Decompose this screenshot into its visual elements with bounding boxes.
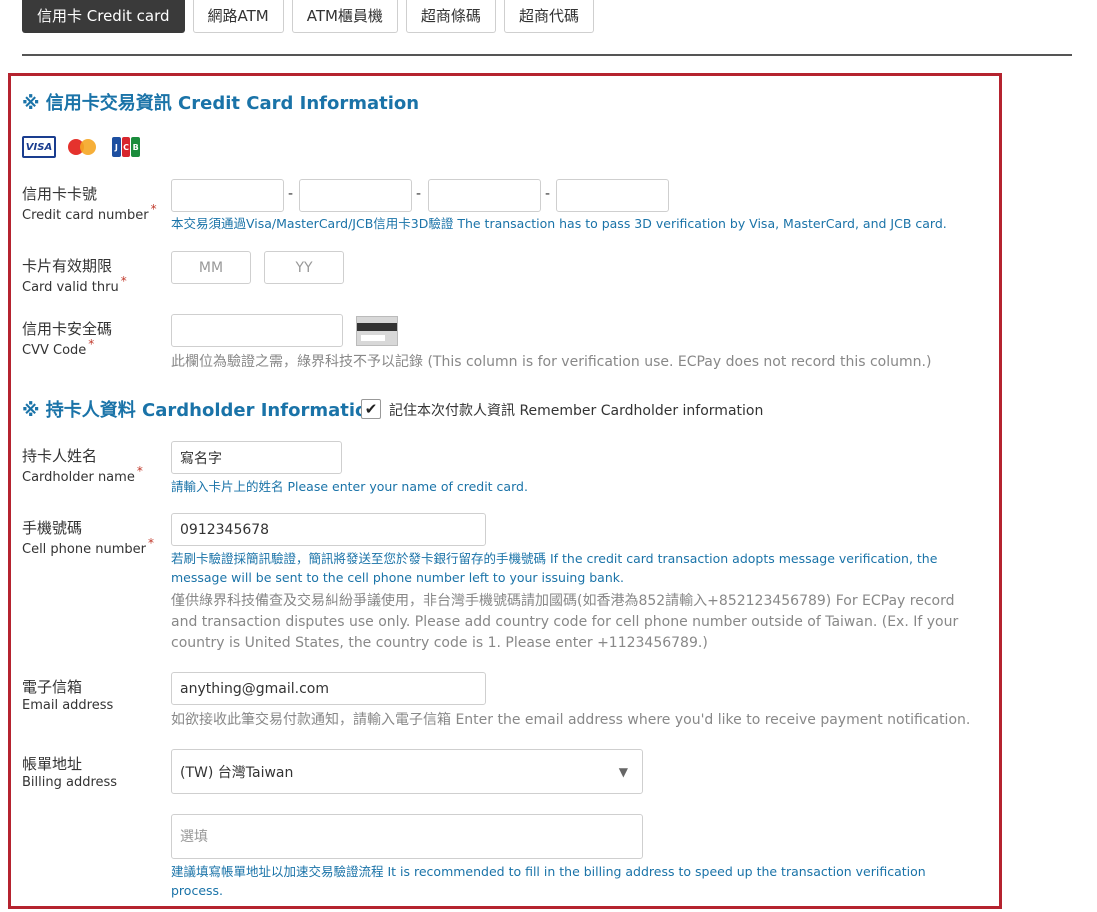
cvv-label-en: CVV Code * bbox=[22, 337, 95, 358]
required-mark: * bbox=[88, 337, 95, 351]
required-mark: * bbox=[120, 274, 127, 288]
billing-country-select[interactable]: (TW) 台灣Taiwan ▼ bbox=[171, 749, 643, 794]
payment-method-tabs: 信用卡 Credit card 網路ATM ATM櫃員機 超商條碼 超商代碼 bbox=[22, 0, 594, 33]
card-number-input-1[interactable] bbox=[171, 179, 284, 212]
billing-label-zh: 帳單地址 bbox=[22, 755, 83, 773]
phone-hint-country-code: 僅供綠界科技備查及交易糾紛爭議使用，非台灣手機號碼請加國碼(如香港為852請輸入… bbox=[171, 593, 959, 651]
tab-web-atm[interactable]: 網路ATM bbox=[192, 0, 284, 33]
cvv-label-zh: 信用卡安全碼 bbox=[22, 320, 113, 338]
billing-country-value: (TW) 台灣Taiwan bbox=[180, 764, 294, 781]
card-number-separator: - bbox=[545, 186, 551, 202]
tab-atm-teller[interactable]: ATM櫃員機 bbox=[291, 0, 398, 33]
card-number-label-en: Credit card number * bbox=[22, 202, 157, 223]
tab-cvs-barcode[interactable]: 超商條碼 bbox=[405, 0, 496, 33]
required-mark: * bbox=[150, 202, 157, 216]
valid-thru-label-en: Card valid thru * bbox=[22, 274, 127, 295]
tab-cvs-code[interactable]: 超商代碼 bbox=[503, 0, 594, 33]
required-mark: * bbox=[147, 536, 154, 550]
email-label-zh: 電子信箱 bbox=[22, 678, 83, 696]
card-number-separator: - bbox=[288, 186, 294, 202]
phone-label-zh: 手機號碼 bbox=[22, 519, 83, 537]
phone-input[interactable] bbox=[171, 513, 486, 546]
cardholder-name-input[interactable] bbox=[171, 441, 342, 474]
remember-cardholder-label: 記住本次付款人資訊 Remember Cardholder informatio… bbox=[389, 403, 764, 419]
required-mark: * bbox=[136, 464, 143, 478]
card-number-input-2[interactable] bbox=[299, 179, 412, 212]
cardholder-section-title: ※ 持卡人資料 Cardholder Information bbox=[22, 400, 381, 421]
credit-card-section-title: ※ 信用卡交易資訊 Credit Card Information bbox=[22, 93, 420, 114]
tabs-divider bbox=[22, 54, 1072, 56]
card-number-input-4[interactable] bbox=[556, 179, 669, 212]
chevron-down-icon: ▼ bbox=[618, 764, 628, 779]
valid-thru-label-zh: 卡片有效期限 bbox=[22, 257, 113, 275]
billing-hint: 建議填寫帳單地址以加速交易驗證流程 It is recommended to f… bbox=[171, 864, 926, 898]
email-hint: 如欲接收此筆交易付款通知，請輸入電子信箱 Enter the email add… bbox=[171, 712, 971, 728]
expiry-year-input[interactable] bbox=[264, 251, 344, 284]
cvv-card-back-icon bbox=[356, 316, 398, 346]
remember-cardholder-checkbox[interactable]: ✔ bbox=[361, 399, 381, 419]
card-number-hint: 本交易須通過Visa/MasterCard/JCB信用卡3D驗證 The tra… bbox=[171, 216, 947, 231]
visa-icon: VISA bbox=[22, 136, 56, 158]
jcb-icon: JCB bbox=[112, 136, 141, 158]
cardholder-name-label-zh: 持卡人姓名 bbox=[22, 447, 98, 465]
card-number-separator: - bbox=[416, 186, 422, 202]
checkmark-icon: ✔ bbox=[364, 400, 378, 418]
cvv-hint: 此欄位為驗證之需，綠界科技不予以記錄 (This column is for v… bbox=[171, 354, 932, 370]
email-label-en: Email address bbox=[22, 698, 114, 713]
email-input[interactable] bbox=[171, 672, 486, 705]
cvv-input[interactable] bbox=[171, 314, 343, 347]
billing-label-en: Billing address bbox=[22, 775, 118, 790]
card-number-input-3[interactable] bbox=[428, 179, 541, 212]
billing-address-input[interactable] bbox=[171, 814, 643, 859]
expiry-month-input[interactable] bbox=[171, 251, 251, 284]
card-number-label-zh: 信用卡卡號 bbox=[22, 185, 98, 203]
tab-credit-card[interactable]: 信用卡 Credit card bbox=[22, 0, 185, 33]
phone-hint-verification: 若刷卡驗證採簡訊驗證，簡訊將發送至您於發卡銀行留存的手機號碼 If the cr… bbox=[171, 551, 938, 585]
mastercard-icon bbox=[68, 136, 98, 158]
phone-label-en: Cell phone number * bbox=[22, 536, 154, 557]
cardholder-name-label-en: Cardholder name * bbox=[22, 464, 143, 485]
cardholder-name-hint: 請輸入卡片上的姓名 Please enter your name of cred… bbox=[171, 479, 528, 494]
